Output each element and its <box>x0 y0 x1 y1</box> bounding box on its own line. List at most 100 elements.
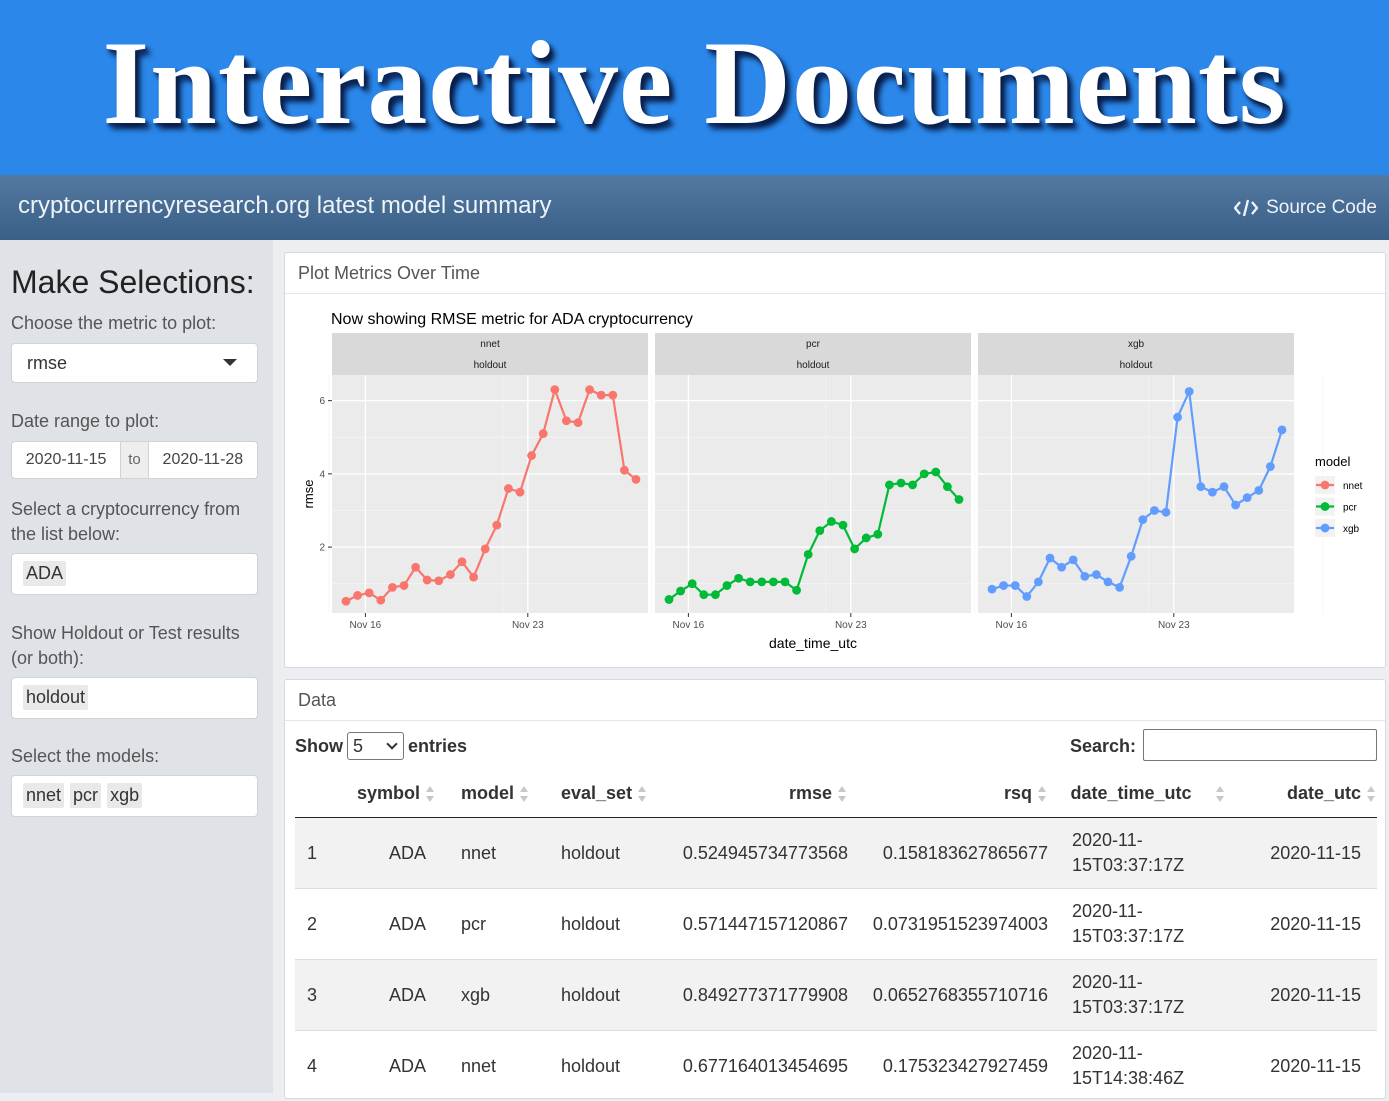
data-point-pcr <box>885 480 894 489</box>
entries-select-value: 5 <box>353 736 363 756</box>
data-point-xgb <box>1150 506 1159 515</box>
dashboard-title[interactable]: cryptocurrencyresearch.org latest model … <box>18 192 552 220</box>
legend-label: xgb <box>1343 524 1360 535</box>
entries-control: Show 5 entries <box>295 732 467 760</box>
date-utc-cell: 2020-11-15 <box>1248 1031 1377 1101</box>
date-time-utc-cell: 2020-11-15T03:37:17Z <box>1048 889 1248 960</box>
data-point-nnet <box>365 588 374 597</box>
data-point-nnet <box>620 466 629 475</box>
column-header-rmse[interactable]: rmse <box>661 770 848 818</box>
data-point-pcr <box>699 590 708 599</box>
data-point-nnet <box>342 597 351 606</box>
crypto-select[interactable]: ADA <box>11 553 258 595</box>
model-tag-pcr[interactable]: pcr <box>70 783 101 808</box>
table-row[interactable]: 1ADAnnetholdout0.5249457347735680.158183… <box>295 818 1377 889</box>
plot-panel: Plot Metrics Over Time Now showing RMSE … <box>284 252 1386 668</box>
data-point-xgb <box>1034 577 1043 586</box>
facet-strip-evalset-label: holdout <box>797 360 830 371</box>
data-point-xgb <box>1278 426 1287 435</box>
legend-label: nnet <box>1343 481 1363 492</box>
row-index-cell: 4 <box>295 1031 342 1101</box>
data-point-pcr <box>827 517 836 526</box>
crypto-label: Select a cryptocurrency from the list be… <box>11 497 266 547</box>
rsq-cell: 0.158183627865677 <box>848 818 1048 889</box>
facet-strip-evalset-label: holdout <box>1120 360 1153 371</box>
code-icon <box>1234 199 1258 217</box>
models-select[interactable]: nnet pcr xgb <box>11 775 258 817</box>
holdout-select[interactable]: holdout <box>11 677 258 719</box>
model-tag-xgb[interactable]: xgb <box>107 783 142 808</box>
date-time-part: 2020-11- <box>1072 899 1248 924</box>
data-point-nnet <box>376 596 385 605</box>
sort-icon <box>838 784 848 804</box>
metric-select[interactable]: rmse <box>11 343 258 383</box>
symbol-cell: ADA <box>342 960 451 1031</box>
data-point-xgb <box>988 585 997 594</box>
data-point-nnet <box>539 429 548 438</box>
table-row[interactable]: 3ADAxgbholdout0.8492773717799080.0652768… <box>295 960 1377 1031</box>
facet-strip-model-label: pcr <box>806 339 821 350</box>
data-point-pcr <box>804 550 813 559</box>
x-tick-label: Nov 16 <box>673 620 705 631</box>
legend-label: pcr <box>1343 503 1358 514</box>
data-point-pcr <box>734 574 743 583</box>
entries-label: entries <box>408 736 467 757</box>
data-point-nnet <box>574 418 583 427</box>
data-point-nnet <box>608 391 617 400</box>
model-cell: nnet <box>451 818 551 889</box>
column-header-symbol[interactable]: symbol <box>342 770 451 818</box>
data-point-xgb <box>1243 493 1252 502</box>
table-row[interactable]: 2ADApcrholdout0.5714471571208670.0731951… <box>295 889 1377 960</box>
date-time-part: 15T03:37:17Z <box>1072 853 1248 878</box>
data-panel-title: Data <box>298 690 336 711</box>
data-point-nnet <box>527 451 536 460</box>
navbar: cryptocurrencyresearch.org latest model … <box>0 175 1389 240</box>
date-utc-cell: 2020-11-15 <box>1248 960 1377 1031</box>
search-label: Search: <box>1070 736 1136 757</box>
search-input[interactable] <box>1143 729 1377 761</box>
table-header-row: symbol model eval_set rmse rsq date_time… <box>295 770 1377 818</box>
crypto-tag[interactable]: ADA <box>23 561 66 586</box>
date-end-input[interactable]: 2020-11-28 <box>149 442 257 478</box>
plot-panel-header: Plot Metrics Over Time <box>285 253 1385 294</box>
data-point-nnet <box>411 563 420 572</box>
legend-key-point <box>1321 481 1330 490</box>
column-header-model[interactable]: model <box>451 770 551 818</box>
date-time-utc-cell: 2020-11-15T14:38:46Z <box>1048 1031 1248 1101</box>
data-point-pcr <box>746 577 755 586</box>
date-utc-cell: 2020-11-15 <box>1248 818 1377 889</box>
data-point-xgb <box>1138 515 1147 524</box>
data-point-nnet <box>562 416 571 425</box>
column-header-rsq[interactable]: rsq <box>848 770 1048 818</box>
column-header-eval-set[interactable]: eval_set <box>551 770 661 818</box>
data-point-nnet <box>469 573 478 582</box>
facet-strip-model-label: nnet <box>480 339 500 350</box>
model-tag-nnet[interactable]: nnet <box>23 783 64 808</box>
data-point-xgb <box>1266 462 1275 471</box>
legend-key-point <box>1321 502 1330 511</box>
column-header-date-time-utc[interactable]: date_time_utc <box>1048 770 1248 818</box>
eval-set-cell: holdout <box>551 1031 661 1101</box>
data-point-nnet <box>423 576 432 585</box>
data-point-nnet <box>632 475 641 484</box>
source-code-link[interactable]: Source Code <box>1234 197 1377 219</box>
banner-title: Interactive Documents <box>0 8 1389 158</box>
date-time-part: 15T14:38:46Z <box>1072 1066 1248 1091</box>
table-row[interactable]: 4ADAnnetholdout0.6771640134546950.175323… <box>295 1031 1377 1101</box>
holdout-tag[interactable]: holdout <box>23 685 88 710</box>
data-point-pcr <box>769 577 778 586</box>
column-header-date-utc[interactable]: date_utc <box>1248 770 1377 818</box>
holdout-label: Show Holdout or Test results (or both): <box>11 621 266 671</box>
entries-select[interactable]: 5 <box>347 732 404 760</box>
date-start-input[interactable]: 2020-11-15 <box>12 442 120 478</box>
rsq-cell: 0.175323427927459 <box>848 1031 1048 1101</box>
row-index-cell: 2 <box>295 889 342 960</box>
sort-icon <box>638 784 648 804</box>
symbol-cell: ADA <box>342 889 451 960</box>
data-point-pcr <box>676 587 685 596</box>
facet-panel-background <box>655 375 971 613</box>
data-point-xgb <box>1208 488 1217 497</box>
facet-strip-model-label: xgb <box>1128 339 1145 350</box>
eval-set-cell: holdout <box>551 818 661 889</box>
data-point-xgb <box>1185 387 1194 396</box>
